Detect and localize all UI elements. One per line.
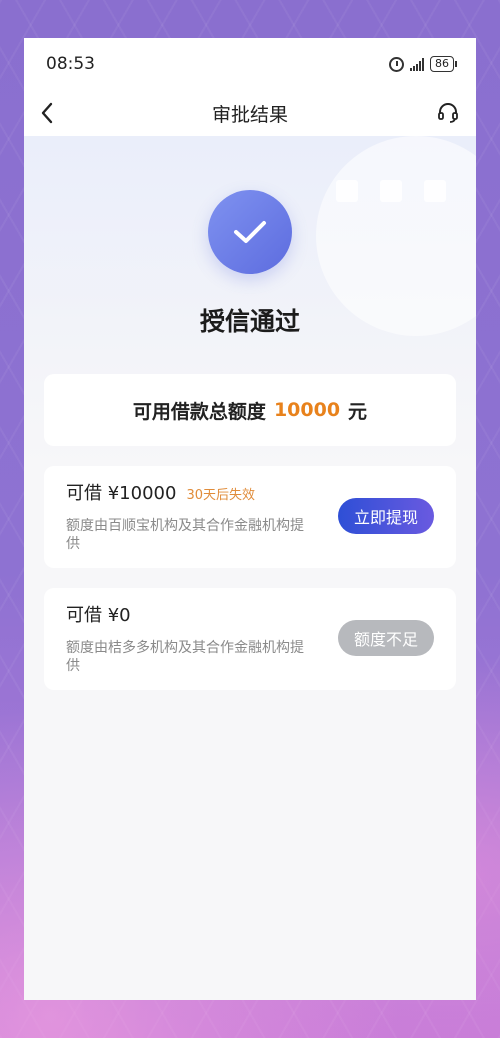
- signal-icon: [410, 57, 424, 71]
- loan-description: 额度由桔多多机构及其合作金融机构提供: [66, 640, 304, 674]
- status-time: 08:53: [46, 54, 95, 74]
- back-icon[interactable]: [40, 98, 70, 128]
- loan-info: 可借 ¥0 额度由桔多多机构及其合作金融机构提供: [66, 601, 316, 675]
- loan-card: 可借 ¥10000 30天后失效 额度由百顺宝机构及其合作金融机构提供 立即提现: [44, 466, 456, 568]
- loan-expire-tag: 30天后失效: [186, 488, 255, 503]
- page-title: 审批结果: [211, 103, 288, 126]
- customer-service-icon[interactable]: [430, 98, 460, 128]
- withdraw-button[interactable]: 立即提现: [338, 498, 434, 534]
- status-icons: 86: [389, 56, 457, 72]
- loan-description: 额度由百顺宝机构及其合作金融机构提供: [66, 518, 304, 552]
- decor-squares: [336, 180, 446, 202]
- total-credit-card: 可用借款总额度 10000 元: [44, 374, 456, 446]
- phone-screen: 08:53 86 审批结果 授信通过 可用借款总额度 10000 元 可借 ¥1…: [24, 38, 476, 1000]
- battery-icon: 86: [430, 56, 457, 72]
- total-credit-amount: 10000: [273, 399, 341, 421]
- main-content: 授信通过 可用借款总额度 10000 元 可借 ¥10000 30天后失效 额度…: [24, 136, 476, 1000]
- total-credit-label: 可用借款总额度: [132, 400, 266, 423]
- loan-line: 可借 ¥10000 30天后失效: [66, 479, 316, 505]
- insufficient-credit-button: 额度不足: [338, 620, 434, 656]
- loan-amount: 可借 ¥10000: [66, 483, 177, 504]
- check-icon: [208, 190, 292, 274]
- loan-line: 可借 ¥0: [66, 601, 316, 627]
- loan-card: 可借 ¥0 额度由桔多多机构及其合作金融机构提供 额度不足: [44, 588, 456, 690]
- loan-amount: 可借 ¥0: [66, 605, 131, 626]
- alarm-icon: [389, 56, 404, 72]
- status-bar: 08:53 86: [24, 38, 476, 90]
- loan-info: 可借 ¥10000 30天后失效 额度由百顺宝机构及其合作金融机构提供: [66, 479, 316, 553]
- total-credit-unit: 元: [348, 400, 368, 423]
- nav-bar: 审批结果: [24, 90, 476, 136]
